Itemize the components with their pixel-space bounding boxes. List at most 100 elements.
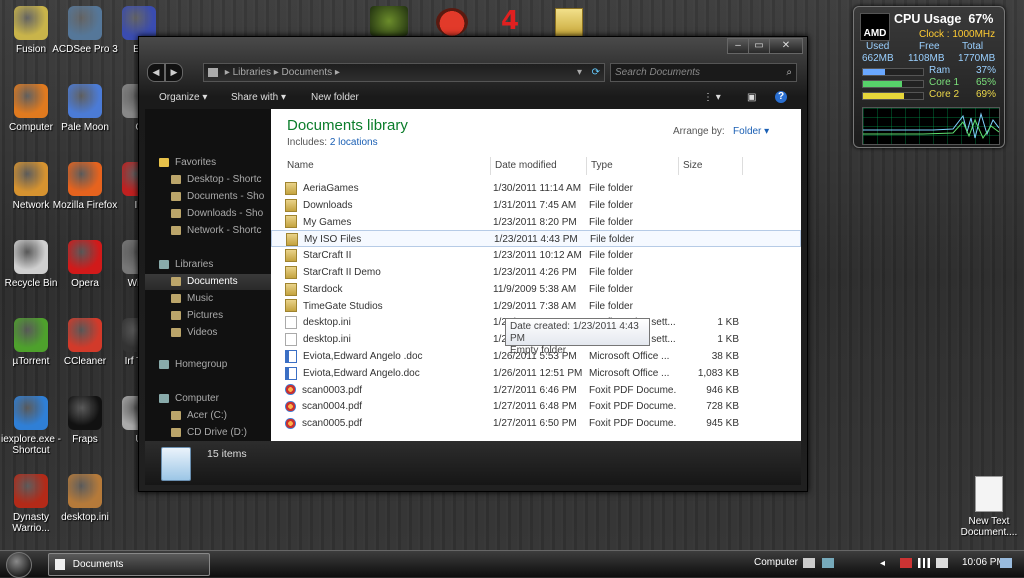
word-document-icon	[285, 366, 297, 380]
file-row[interactable]: Eviota,Edward Angelo.doc 1/26/2011 12:51 …	[271, 365, 801, 382]
network-tray-icon[interactable]	[822, 558, 834, 568]
desktop-icon-gear[interactable]: desktop.ini	[50, 474, 120, 523]
column-header-name[interactable]: Name	[283, 157, 491, 175]
file-name: scan0005.pdf	[302, 418, 363, 430]
angry-birds-icon[interactable]	[436, 8, 468, 36]
volume-icon[interactable]	[936, 558, 948, 568]
desktop-icon-label: Network	[12, 200, 50, 211]
taskbar-button-documents[interactable]: Documents	[48, 553, 210, 576]
cd-drive-icon	[171, 427, 181, 437]
view-options-icon[interactable]: ⋮ ▾	[703, 92, 721, 103]
close-button[interactable]: ✕	[769, 38, 803, 54]
help-icon[interactable]: ?	[775, 91, 787, 103]
file-name-cell: Stardock	[285, 281, 485, 298]
preview-pane-icon[interactable]: ▣	[747, 92, 756, 103]
file-row[interactable]: scan0004.pdf 1/27/2011 6:48 PM Foxit PDF D…	[271, 398, 801, 415]
file-name: Downloads	[303, 199, 353, 211]
tooltip-line1: Date created: 1/23/2011 4:43 PM	[510, 321, 639, 344]
nav-item-computer[interactable]: Computer	[145, 391, 271, 407]
games-folder-icon[interactable]	[555, 8, 583, 38]
breadcrumb-documents[interactable]: Documents	[282, 67, 333, 78]
file-row[interactable]: My ISO Files 1/23/2011 4:43 PM File folder	[271, 230, 801, 248]
ie-icon	[14, 396, 48, 430]
file-name-cell: Downloads	[285, 197, 485, 214]
nav-item-downloads-sho[interactable]: Downloads - Sho	[145, 206, 271, 222]
core2-value: 69%	[976, 89, 997, 100]
videos-icon	[171, 327, 181, 337]
minimize-button[interactable]: –	[727, 38, 749, 54]
signal-icon[interactable]	[918, 558, 930, 568]
file-name-cell: AeriaGames	[285, 180, 485, 197]
file-date: 1/29/2011 7:38 AM	[493, 300, 577, 312]
file-name-cell: scan0003.pdf	[285, 382, 485, 399]
address-bar[interactable]: ▸ Libraries ▸ Documents ▸ ▾ ⟳	[203, 63, 605, 82]
file-row[interactable]: StarCraft II Demo 1/23/2011 4:26 PM File f…	[271, 264, 801, 281]
file-row[interactable]: scan0005.pdf 1/27/2011 6:50 PM Foxit PDF D…	[271, 415, 801, 432]
column-header-date[interactable]: Date modified	[491, 157, 587, 175]
nav-item-cd-drive-d[interactable]: CD Drive (D:)	[145, 425, 271, 441]
taskbar-button-label: Documents	[72, 559, 124, 570]
file-row[interactable]: StarCraft II 1/23/2011 10:12 AM File folde…	[271, 247, 801, 264]
search-input[interactable]: Search Documents ⌕	[610, 63, 797, 82]
folder-icon	[208, 67, 218, 77]
file-row[interactable]: AeriaGames 1/30/2011 11:14 AM File folder	[271, 180, 801, 197]
file-name: Eviota,Edward Angelo .doc	[303, 351, 423, 362]
column-header-size[interactable]: Size	[679, 157, 743, 175]
nav-item-favorites[interactable]: Favorites	[145, 155, 271, 171]
file-date: 1/23/2011 8:20 PM	[493, 216, 577, 228]
nav-item-documents[interactable]: Documents	[145, 274, 271, 290]
desktop-icon	[171, 174, 181, 184]
nav-item-music[interactable]: Music	[145, 291, 271, 307]
column-header-type[interactable]: Type	[587, 157, 679, 175]
show-desktop-icon[interactable]	[1000, 558, 1012, 568]
search-icon[interactable]: ⌕	[786, 64, 792, 81]
file-row[interactable]: Stardock 11/9/2009 5:38 AM File folder	[271, 281, 801, 298]
file-name: TimeGate Studios	[303, 300, 383, 312]
share-with-button[interactable]: Share with ▾	[231, 92, 286, 103]
tray-expand-icon[interactable]: ◂	[880, 558, 888, 569]
orc-game-icon[interactable]	[370, 6, 408, 36]
nav-item-network-shortc[interactable]: Network - Shortc	[145, 223, 271, 239]
nav-item-videos[interactable]: Videos	[145, 325, 271, 341]
alert-tray-icon[interactable]	[900, 558, 912, 568]
pdf-icon	[285, 384, 296, 396]
nav-item-label: Pictures	[187, 310, 224, 321]
file-row[interactable]: My Games 1/23/2011 8:20 PM File folder	[271, 214, 801, 231]
left4dead-icon[interactable]: 4	[494, 6, 526, 36]
desktop-icon-label: Fusion	[15, 44, 46, 55]
locations-link[interactable]: 2 locations	[330, 137, 378, 148]
breadcrumb-libraries[interactable]: Libraries	[233, 67, 271, 78]
start-button[interactable]	[6, 552, 32, 578]
folder-icon	[285, 249, 297, 263]
ccleaner-icon	[68, 318, 102, 352]
file-date: 1/27/2011 6:48 PM	[493, 401, 577, 413]
nav-item-desktop-shortc[interactable]: Desktop - Shortc	[145, 172, 271, 188]
nav-item-libraries[interactable]: Libraries	[145, 257, 271, 273]
address-dropdown-icon[interactable]: ▾	[577, 64, 582, 81]
nav-item-pictures[interactable]: Pictures	[145, 308, 271, 324]
desktop-icon-new-text-document[interactable]: New Text Document....	[954, 476, 1024, 538]
computer-tray-icon[interactable]	[803, 558, 815, 568]
nav-item-homegroup[interactable]: Homegroup	[145, 357, 271, 373]
forward-button[interactable]: ▶	[165, 63, 183, 82]
cpu-usage-gadget[interactable]: AMD CPU Usage 67% Clock : 1000MHz Used F…	[853, 6, 1005, 148]
file-row[interactable]: Downloads 1/31/2011 7:45 AM File folder	[271, 197, 801, 214]
file-row[interactable]: TimeGate Studios 1/29/2011 7:38 AM File fo…	[271, 298, 801, 315]
back-button[interactable]: ◀	[147, 63, 165, 82]
nav-item-documents-sho[interactable]: Documents - Sho	[145, 189, 271, 205]
nav-item-acer-c[interactable]: Acer (C:)	[145, 408, 271, 424]
new-folder-button[interactable]: New folder	[311, 92, 359, 103]
file-row[interactable]: scan0003.pdf 1/27/2011 6:46 PM Foxit PDF D…	[271, 382, 801, 399]
maximize-button[interactable]: ▭	[748, 38, 770, 54]
organize-button[interactable]: Organize ▾	[159, 92, 207, 103]
file-name: desktop.ini	[303, 317, 351, 329]
explorer-window[interactable]: – ▭ ✕ ◀ ▶ ▸ Libraries ▸ Documents ▸ ▾ ⟳ …	[138, 36, 808, 492]
arrange-dropdown[interactable]: Folder ▾	[733, 126, 769, 137]
clock[interactable]: 10:06 PM	[962, 557, 1005, 568]
folder-icon	[285, 282, 297, 296]
desktop-icon-label: CCleaner	[63, 356, 107, 367]
refresh-icon[interactable]: ⟳	[592, 64, 600, 81]
pdf-icon	[285, 418, 296, 430]
computer-toolbar-label[interactable]: Computer	[754, 557, 798, 568]
file-type: File folder	[589, 199, 633, 211]
